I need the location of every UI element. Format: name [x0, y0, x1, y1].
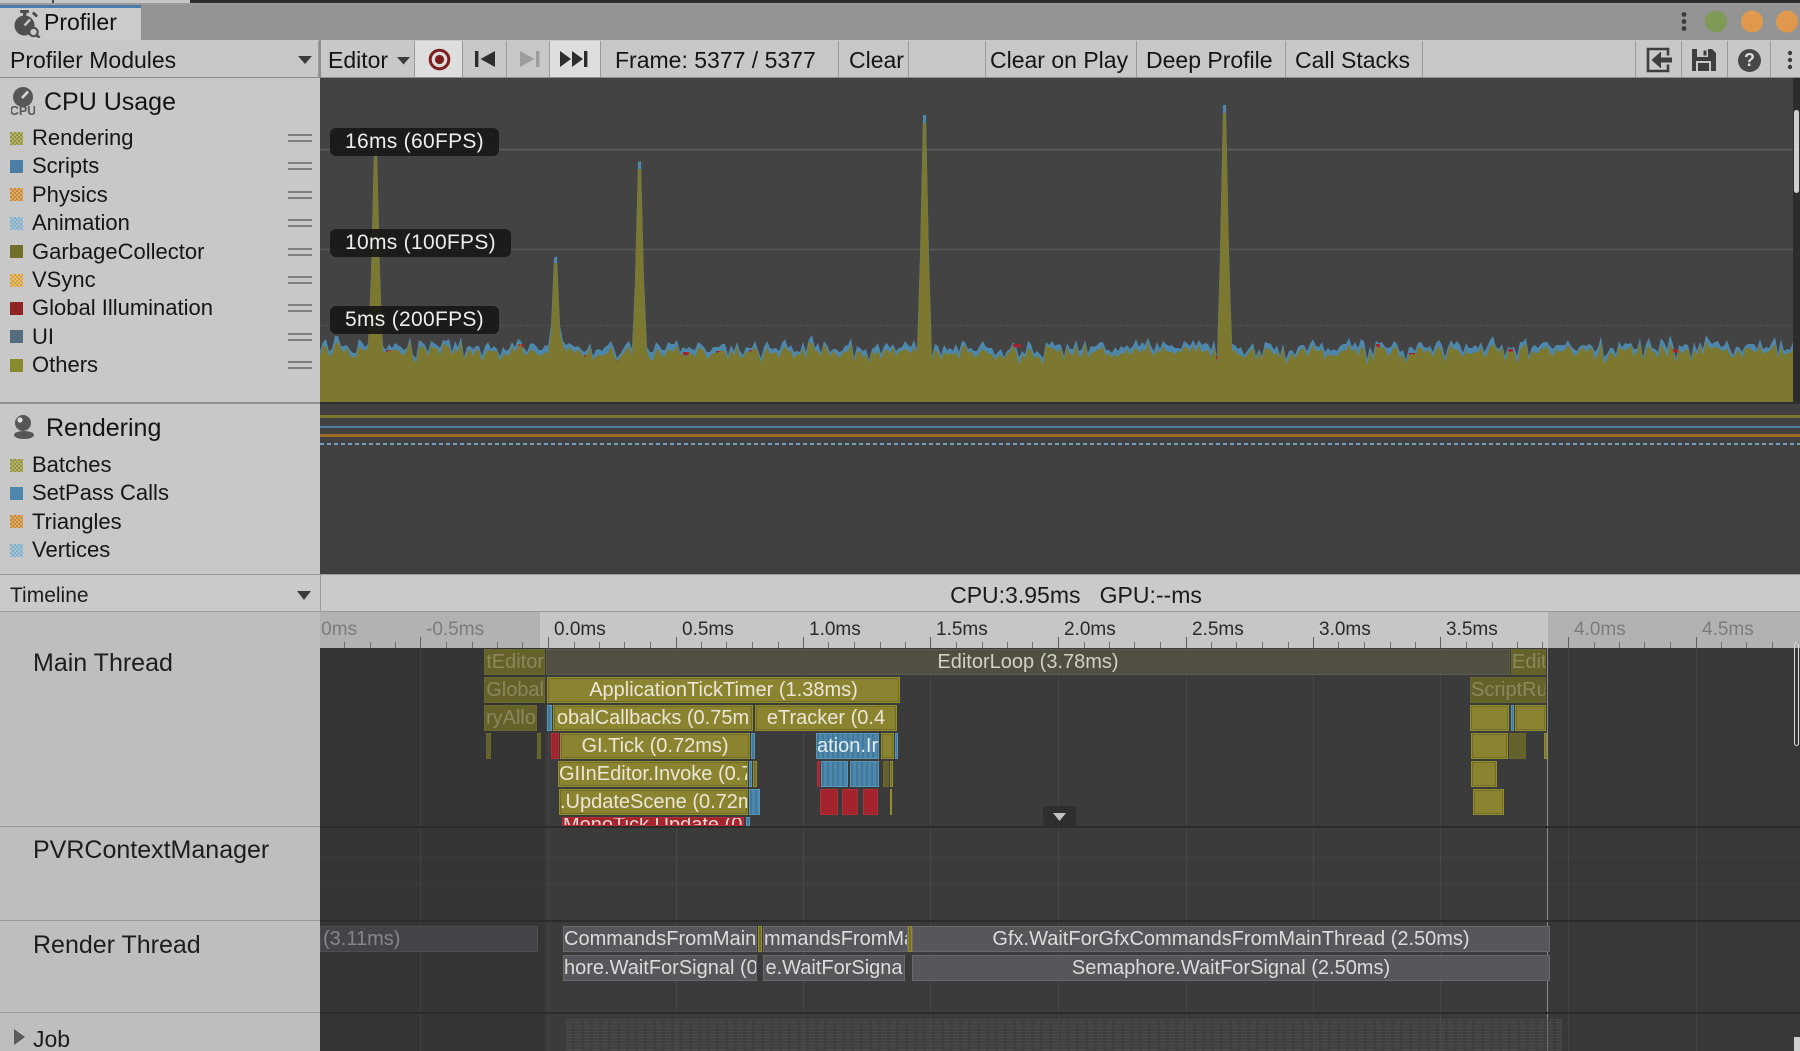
- svg-text:CPU: CPU: [11, 104, 35, 116]
